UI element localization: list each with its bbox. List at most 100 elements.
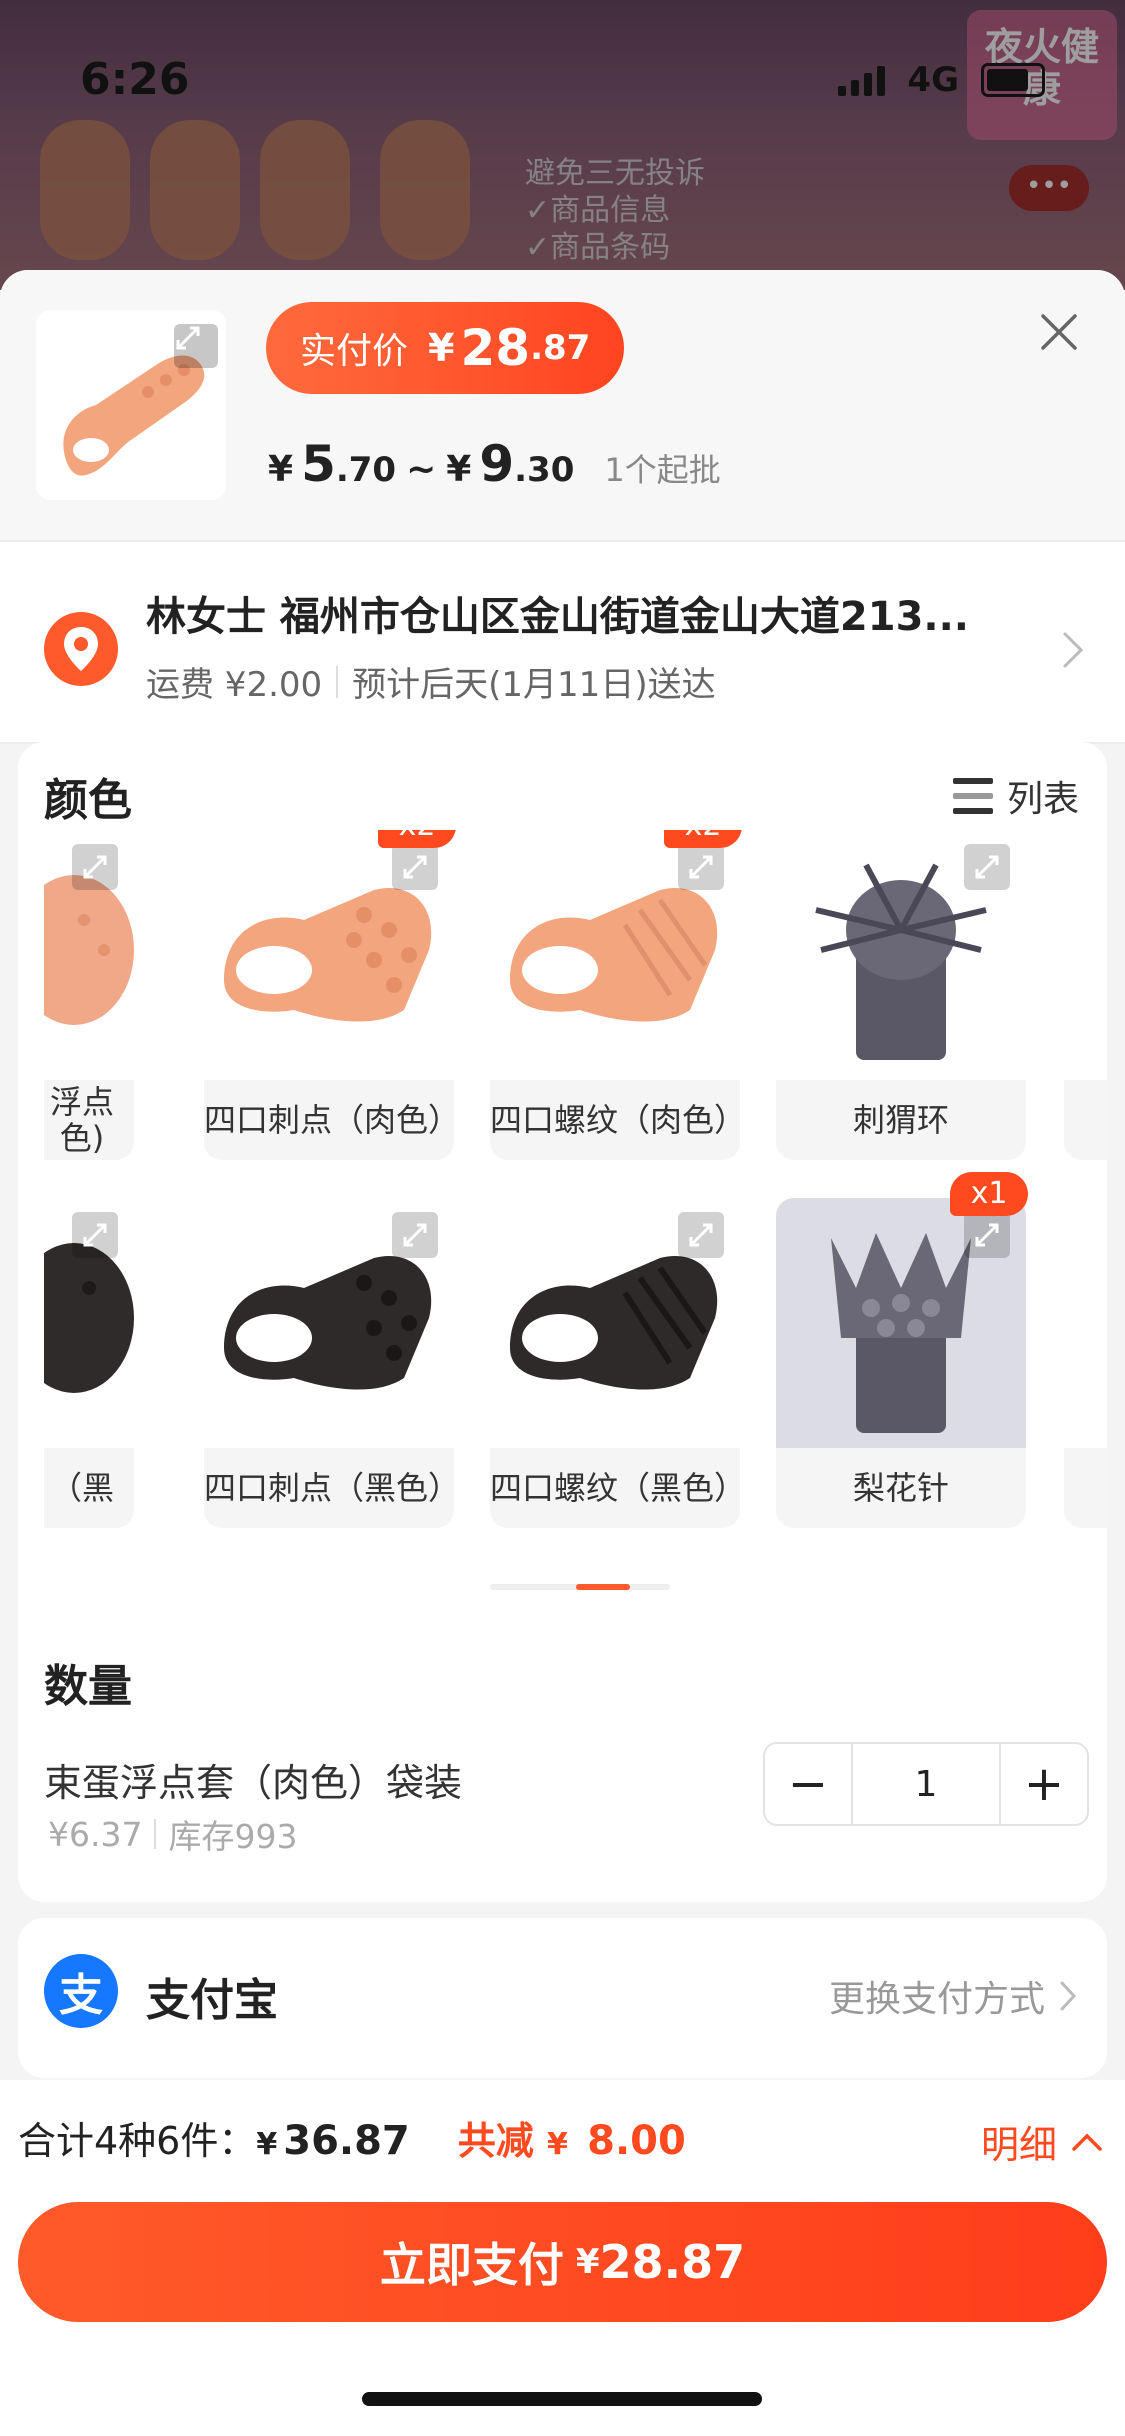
color-option[interactable]: 浮点 色) [44, 830, 134, 1160]
color-option-selected[interactable]: x1 梨花针 [776, 1172, 1028, 1528]
color-grid: 浮点 色) x2 四口刺点（肉色） x2 四口螺纹（肉色） [44, 830, 1107, 1590]
signal-icon [838, 64, 886, 96]
expand-icon[interactable] [392, 844, 438, 890]
checkout-bar: 合计4种6件： ¥ 36.87 共减 ¥ 8.00 明细 立即支付 ¥ 28.8… [0, 2080, 1125, 2436]
change-payment-label: 更换支付方式 [828, 1979, 1045, 2020]
saving-group: 共减 ¥ 8.00 [458, 2110, 686, 2165]
pay-now-label: 立即支付 [379, 2238, 564, 2292]
decrease-button[interactable]: − [765, 1744, 851, 1824]
location-pin-icon [44, 612, 118, 686]
color-option-label: 四口螺纹（肉色） [490, 1101, 747, 1139]
divider [154, 1819, 157, 1849]
quantity-item-meta: ¥6.37 库存993 [48, 1810, 297, 1858]
product-thumbnail[interactable] [36, 310, 226, 500]
total-yen: ¥ [256, 2127, 278, 2162]
quantity-item-name: 束蛋浮点套（肉色）袋装 [44, 1761, 463, 1805]
pay-price-label: 实付价 [300, 331, 409, 372]
pay-price-dec: .87 [530, 328, 591, 368]
battery-icon [981, 63, 1045, 97]
quantity-value[interactable]: 1 [851, 1744, 1001, 1824]
change-payment-link[interactable]: 更换支付方式 [829, 1970, 1077, 2022]
price-range: ¥ 5 .70 ~ ¥ 9 .30 1个起批 [268, 435, 721, 493]
pay-now-button[interactable]: 立即支付 ¥ 28.87 [18, 2202, 1107, 2322]
alipay-icon: 支 [44, 1954, 118, 2028]
close-icon[interactable] [1037, 310, 1081, 354]
status-icons: 4G [838, 60, 1045, 100]
yen-symbol: ¥ [268, 449, 294, 490]
quantity-section-title: 数量 [44, 1661, 132, 1712]
saving-amount: 8.00 [587, 2118, 686, 2164]
total-summary: 合计4种6件： ¥ 36.87 共减 ¥ 8.00 [18, 2110, 686, 2165]
selected-count-badge: x2 [378, 830, 456, 848]
shipping-fee: 运费 ¥2.00 [146, 665, 323, 705]
color-option[interactable]: x2 四口刺点（肉色） [204, 830, 461, 1160]
payment-method-name: 支付宝 [146, 1975, 278, 2026]
pay-now-yen: ¥ [575, 2242, 600, 2282]
yen-symbol: ¥ [446, 449, 472, 490]
expand-icon[interactable] [72, 844, 118, 890]
range-low-int: 5 [301, 435, 336, 493]
selected-count-badge: x1 [950, 1172, 1028, 1216]
color-option-label: 刺猬环 [852, 1101, 949, 1139]
address-recipient: 林女士 福州市仓山区金山街道金山大道213... [146, 594, 970, 640]
color-option[interactable]: 刺猬环 [776, 830, 1026, 1160]
color-option-label: （黑 [49, 1469, 114, 1507]
page-indicator-active [576, 1584, 630, 1590]
address-row[interactable]: 林女士 福州市仓山区金山街道金山大道213... 运费 ¥2.00 预计后天(1… [0, 540, 1125, 744]
saving-yen: ¥ [547, 2127, 568, 2162]
expand-icon[interactable] [678, 1212, 724, 1258]
color-option-image [1064, 1198, 1107, 1448]
chevron-right-icon [1060, 1981, 1077, 2011]
list-icon [952, 778, 993, 814]
color-option-label: 浮点 色) [49, 1083, 114, 1157]
color-option-partial[interactable] [1064, 830, 1107, 1160]
pay-price-pill: 实付价 ¥ 28 .87 [266, 302, 625, 394]
page-indicator [490, 1584, 670, 1590]
range-high-dec: .30 [514, 450, 575, 490]
color-option-label: 四口螺纹（黑色） [490, 1469, 747, 1507]
expand-icon[interactable] [964, 1212, 1010, 1258]
color-option-label: 四口刺点（肉色） [204, 1101, 461, 1139]
selected-count-badge: x2 [664, 830, 742, 848]
total-amount: 36.87 [283, 2118, 410, 2164]
color-option-label: 四口刺点（黑色） [204, 1469, 461, 1507]
color-option-image [1064, 830, 1107, 1080]
color-option[interactable]: 四口刺点（黑色） [204, 1198, 461, 1528]
pay-now-amount: 28.87 [599, 2235, 746, 2289]
list-view-label: 列表 [1006, 779, 1079, 820]
stock-count: 库存993 [168, 1817, 298, 1856]
range-high-int: 9 [479, 435, 515, 493]
total-label: 合计4种6件： [18, 2119, 257, 2163]
color-option[interactable]: x2 四口螺纹（肉色） [490, 830, 747, 1160]
status-bar: 6:26 4G [0, 40, 1125, 120]
price-detail-toggle[interactable]: 明细 [981, 2114, 1103, 2169]
sku-bottom-sheet: 实付价 ¥ 28 .87 ¥ 5 .70 ~ ¥ 9 .30 1个起批 林女士 … [0, 270, 1125, 2436]
pay-price-int: 28 [460, 319, 531, 377]
min-order-text: 1个起批 [604, 451, 721, 489]
sku-header: 实付价 ¥ 28 .87 ¥ 5 .70 ~ ¥ 9 .30 1个起批 [0, 270, 1125, 540]
status-time: 6:26 [80, 54, 190, 105]
color-option[interactable]: （黑 [44, 1198, 134, 1528]
expand-icon[interactable] [678, 844, 724, 890]
home-indicator[interactable] [362, 2392, 762, 2406]
increase-button[interactable]: + [1001, 1744, 1087, 1824]
chevron-right-icon [1063, 632, 1084, 668]
address-shipping-info: 运费 ¥2.00 预计后天(1月11日)送达 [146, 657, 716, 706]
delivery-eta: 预计后天(1月11日)送达 [352, 665, 716, 705]
unit-price: ¥6.37 [48, 1814, 143, 1854]
price-detail-label: 明细 [980, 2123, 1057, 2167]
expand-icon[interactable] [964, 844, 1010, 890]
range-low-dec: .70 [335, 450, 397, 490]
expand-icon[interactable] [174, 324, 218, 368]
color-option-partial[interactable] [1064, 1198, 1107, 1528]
list-view-toggle[interactable]: 列表 [952, 770, 1079, 822]
divider [336, 665, 339, 698]
chevron-up-icon [1072, 2133, 1102, 2151]
expand-icon[interactable] [392, 1212, 438, 1258]
payment-method-row[interactable]: 支 支付宝 更换支付方式 [18, 1918, 1107, 2078]
network-type: 4G [907, 60, 959, 100]
saving-label: 共减 [457, 2119, 534, 2163]
expand-icon[interactable] [72, 1212, 118, 1258]
color-option[interactable]: 四口螺纹（黑色） [490, 1198, 747, 1528]
range-separator: ~ [406, 449, 437, 490]
